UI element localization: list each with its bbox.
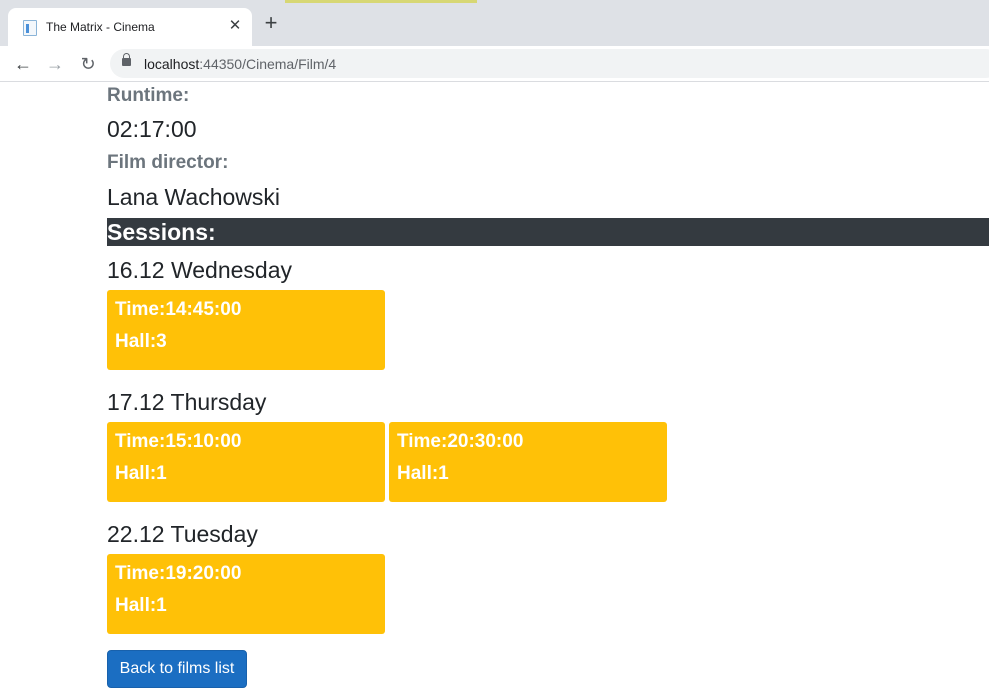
session-hall: Hall:3 xyxy=(115,331,167,352)
sessions-heading: Sessions: xyxy=(107,219,216,245)
forward-arrow-icon[interactable]: → xyxy=(43,52,67,76)
director-value: Lana Wachowski xyxy=(107,184,281,210)
director-label: Film director: xyxy=(107,152,229,173)
session-card[interactable]: Time:20:30:00 Hall:1 xyxy=(389,422,667,502)
url-host: localhost xyxy=(144,56,200,72)
session-hall: Hall:1 xyxy=(115,463,167,484)
session-day-heading: 22.12 Tuesday xyxy=(107,521,258,547)
reload-icon[interactable]: ↻ xyxy=(76,52,100,76)
back-to-films-button[interactable]: Back to films list xyxy=(107,650,247,688)
tabstrip-decoration xyxy=(285,0,477,3)
session-time: Time:14:45:00 xyxy=(115,299,242,320)
browser-tab-active[interactable]: The Matrix - Cinema ✕ xyxy=(8,8,252,46)
address-url[interactable]: localhost:44350/Cinema/Film/4 xyxy=(144,56,336,72)
sessions-header: Sessions: xyxy=(107,218,989,246)
lock-icon[interactable] xyxy=(122,53,131,66)
back-arrow-icon[interactable]: ← xyxy=(11,52,35,76)
runtime-value: 02:17:00 xyxy=(107,116,197,142)
session-time: Time:15:10:00 xyxy=(115,431,242,452)
runtime-label: Runtime: xyxy=(107,85,190,106)
close-tab-icon[interactable]: ✕ xyxy=(226,17,244,35)
session-time: Time:19:20:00 xyxy=(115,563,242,584)
session-time: Time:20:30:00 xyxy=(397,431,524,452)
page-favicon-icon xyxy=(23,20,37,36)
browser-toolbar: ← → ↻ localhost:44350/Cinema/Film/4 xyxy=(0,46,989,82)
session-card[interactable]: Time:19:20:00 Hall:1 xyxy=(107,554,385,634)
address-bar[interactable]: localhost:44350/Cinema/Film/4 xyxy=(110,49,989,78)
page-content: Runtime: 02:17:00 Film director: Lana Wa… xyxy=(0,83,989,695)
session-card[interactable]: Time:15:10:00 Hall:1 xyxy=(107,422,385,502)
new-tab-icon[interactable]: + xyxy=(261,12,281,34)
session-card[interactable]: Time:14:45:00 Hall:3 xyxy=(107,290,385,370)
session-hall: Hall:1 xyxy=(115,595,167,616)
session-hall: Hall:1 xyxy=(397,463,449,484)
session-day-heading: 17.12 Thursday xyxy=(107,389,267,415)
browser-tab-strip: The Matrix - Cinema ✕ + xyxy=(0,0,989,46)
tab-title: The Matrix - Cinema xyxy=(46,20,155,34)
url-path: :44350/Cinema/Film/4 xyxy=(199,56,337,72)
session-day-heading: 16.12 Wednesday xyxy=(107,257,292,283)
